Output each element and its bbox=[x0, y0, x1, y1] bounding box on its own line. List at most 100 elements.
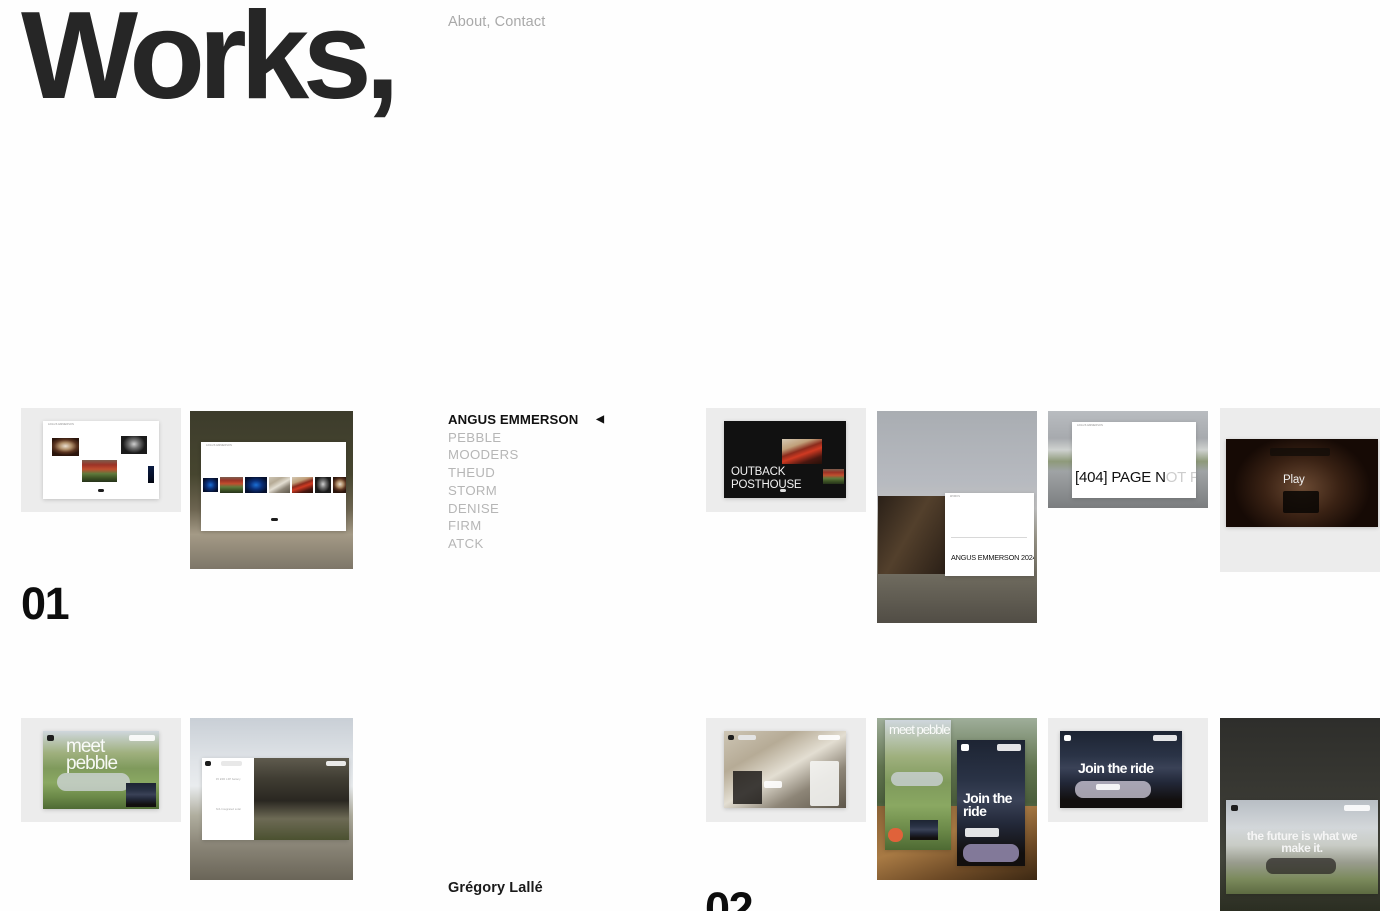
thumbnail-ae-outback[interactable]: OUTBACK POSTHOUSE bbox=[706, 408, 866, 512]
inset-video bbox=[126, 783, 156, 807]
thumb-image bbox=[292, 477, 313, 493]
project-index-item-angus-emmerson[interactable]: ANGUS EMMERSON ◀ bbox=[448, 411, 638, 429]
inset-video bbox=[910, 820, 938, 840]
thumb-image bbox=[315, 477, 331, 493]
thumbnail-pb-mobile[interactable]: meet pebble Join the ride bbox=[877, 718, 1037, 880]
thumb-image bbox=[121, 436, 147, 454]
meet-pebble-caption: meet pebble bbox=[889, 722, 951, 737]
cta-chip bbox=[1153, 735, 1177, 741]
project-index-label: THEUD bbox=[448, 465, 496, 481]
play-chip-icon bbox=[98, 489, 104, 492]
error-404-caption: [404] PAGE NOT FOUND bbox=[1075, 469, 1196, 486]
cabinet-shape bbox=[733, 771, 762, 804]
thumbnail-ae-strip[interactable]: ANGUS EMMERSON bbox=[190, 411, 353, 569]
project-index-item-theud[interactable]: THEUD bbox=[448, 464, 638, 482]
page-title: Works, bbox=[21, 0, 400, 125]
cta-chip bbox=[738, 735, 756, 740]
browser-mockup: ANGUS EMMERSON bbox=[43, 421, 159, 499]
browser-mockup: WORKS ANGUS EMMERSON 2024 © bbox=[945, 493, 1034, 576]
browser-mockup: the future is what we make it. bbox=[1226, 800, 1378, 894]
project-index-item-pebble[interactable]: PEBBLE bbox=[448, 429, 638, 447]
browser-chrome: ANGUS EMMERSON bbox=[201, 442, 346, 449]
project-index-label: ANGUS EMMERSON bbox=[448, 412, 579, 427]
thumbnail-ae-404[interactable]: ANGUS EMMERSON [404] PAGE NOT FOUND bbox=[1048, 411, 1208, 508]
play-chip-icon bbox=[780, 489, 786, 492]
mobile-screen-left: meet pebble bbox=[885, 720, 951, 850]
thumb-image bbox=[254, 758, 349, 840]
browser-chrome: WORKS bbox=[945, 493, 1034, 500]
chrome-left-label: ANGUS EMMERSON bbox=[48, 422, 75, 426]
project-index-label: PEBBLE bbox=[448, 429, 502, 445]
chrome-left-label: ANGUS EMMERSON bbox=[1077, 423, 1104, 427]
browser-mockup bbox=[724, 731, 846, 808]
project-index-label: MOODERS bbox=[448, 447, 519, 463]
project-index-item-mooders[interactable]: MOODERS bbox=[448, 446, 638, 464]
nav-links-text[interactable]: About, Contact bbox=[448, 14, 545, 30]
project-index-label: STORM bbox=[448, 482, 498, 498]
thumbnail-pb-truck[interactable]: 45 kWh LFP battery N/A Integrated solar bbox=[190, 718, 353, 880]
thumbnail-pb-future[interactable]: the future is what we make it. bbox=[1220, 718, 1380, 911]
fridge-shape bbox=[810, 761, 839, 806]
project-index-item-atck[interactable]: ATCK bbox=[448, 535, 638, 553]
project-number-02: 02 bbox=[705, 883, 754, 911]
thumbnail-pb-interior[interactable] bbox=[706, 718, 866, 822]
browser-chrome: ANGUS EMMERSON bbox=[1072, 422, 1196, 428]
project-index-item-denise[interactable]: DENISE bbox=[448, 500, 638, 518]
meet-pebble-caption: meet pebble bbox=[66, 736, 118, 775]
chrome-left-label: WORKS bbox=[950, 494, 961, 498]
thumb-image bbox=[333, 477, 346, 493]
browser-mockup: 45 kWh LFP battery N/A Integrated solar bbox=[202, 758, 349, 840]
thumb-image bbox=[52, 438, 79, 456]
accent-badge bbox=[888, 828, 903, 842]
browser-mockup: ANGUS EMMERSON bbox=[201, 442, 346, 531]
project-index-label: DENISE bbox=[448, 500, 500, 516]
browser-mockup: meet pebble bbox=[43, 731, 159, 809]
join-the-ride-caption: Join the ride bbox=[1078, 760, 1154, 776]
chrome-left-label: ANGUS EMMERSON bbox=[206, 444, 233, 448]
play-chip-icon bbox=[271, 518, 278, 521]
mobile-screen-right: Join the ride bbox=[957, 740, 1025, 866]
menu-chip-icon bbox=[47, 735, 54, 741]
project-index-item-firm[interactable]: FIRM bbox=[448, 517, 638, 535]
thumb-image bbox=[269, 477, 290, 493]
thumb-image bbox=[782, 439, 822, 464]
play-overlay-label[interactable]: Play bbox=[1283, 474, 1305, 486]
outback-caption: OUTBACK POSTHOUSE bbox=[731, 466, 802, 491]
video-card[interactable]: Play bbox=[1226, 439, 1378, 527]
cta-chip bbox=[818, 735, 840, 740]
menu-chip-icon bbox=[1064, 735, 1071, 741]
portfolio-page: Works, About, Contact ANGUS EMMERSON ◀ P… bbox=[0, 0, 1400, 911]
trailer-shape bbox=[57, 773, 130, 791]
thumbnail-pb-night[interactable]: Join the ride bbox=[1048, 718, 1208, 822]
project-index-label: FIRM bbox=[448, 518, 482, 534]
browser-mockup: OUTBACK POSTHOUSE bbox=[724, 421, 846, 498]
portrait-caption: ANGUS EMMERSON 2024 © bbox=[951, 553, 1034, 562]
hotspot-chip bbox=[764, 781, 782, 788]
menu-chip-icon bbox=[1231, 805, 1238, 811]
menu-chip-icon bbox=[728, 735, 734, 740]
spec-label: 45 kWh LFP battery bbox=[216, 778, 241, 781]
browser-chrome: ANGUS EMMERSON bbox=[43, 421, 159, 427]
project-index: ANGUS EMMERSON ◀ PEBBLE MOODERS THEUD ST… bbox=[448, 411, 638, 553]
thumb-image bbox=[203, 478, 218, 492]
author-byline: Grégory Lallé bbox=[448, 880, 543, 896]
error-404-solid: [404] PAGE N bbox=[1075, 469, 1166, 486]
project-number-01: 01 bbox=[21, 578, 70, 629]
cta-chip bbox=[326, 761, 346, 766]
thumbnail-ae-portrait[interactable]: WORKS ANGUS EMMERSON 2024 © bbox=[877, 411, 1037, 623]
future-caption: the future is what we make it. bbox=[1246, 829, 1358, 855]
thumbnail-ae-play[interactable]: Play bbox=[1220, 408, 1380, 572]
project-index-item-storm[interactable]: STORM bbox=[448, 482, 638, 500]
thumbnail-pb-meet[interactable]: meet pebble bbox=[21, 718, 181, 822]
thumbnail-ae-gallery[interactable]: ANGUS EMMERSON bbox=[21, 408, 181, 512]
thumb-image bbox=[220, 477, 243, 493]
cta-chip bbox=[221, 761, 242, 766]
menu-chip-icon bbox=[961, 744, 969, 751]
browser-mockup: ANGUS EMMERSON [404] PAGE NOT FOUND bbox=[1072, 422, 1196, 498]
browser-mockup: Join the ride bbox=[1060, 731, 1182, 808]
error-404-fade: OT FOUND bbox=[1165, 469, 1196, 486]
thumb-image bbox=[82, 460, 117, 482]
project-index-label: ATCK bbox=[448, 535, 484, 551]
car-silhouette bbox=[1283, 491, 1319, 513]
cta-chip bbox=[965, 828, 999, 837]
